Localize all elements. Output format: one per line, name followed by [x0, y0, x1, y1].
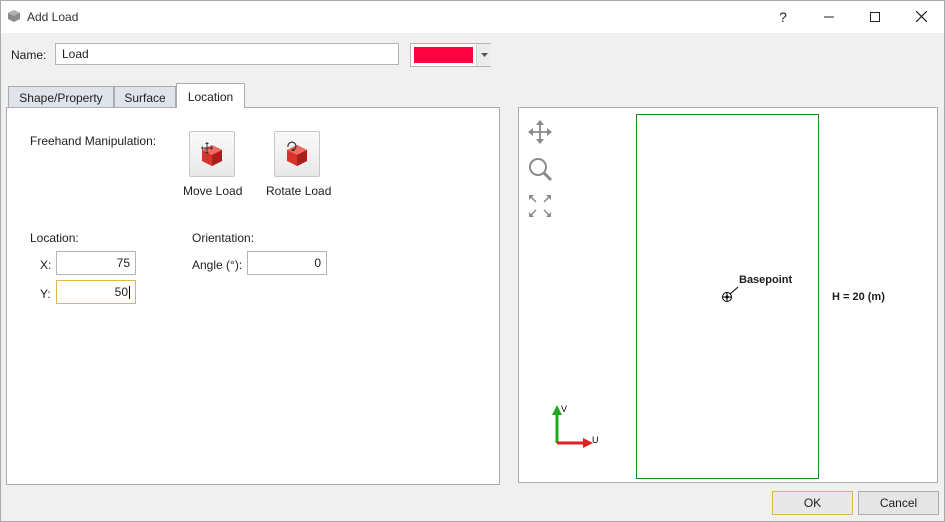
- close-icon: [915, 11, 927, 22]
- maximize-button[interactable]: [852, 1, 898, 32]
- rotate-load-icon: [287, 141, 307, 166]
- name-label: Name:: [11, 48, 47, 62]
- pan-icon[interactable]: [527, 119, 553, 145]
- color-picker[interactable]: [410, 43, 491, 67]
- window-title: Add Load: [27, 10, 79, 24]
- angle-label: Angle (°):: [192, 258, 243, 272]
- basepoint-marker[interactable]: [718, 283, 742, 305]
- height-label: H = 20 (m): [832, 291, 885, 303]
- move-load-button[interactable]: [189, 131, 235, 177]
- freehand-manipulation-label: Freehand Manipulation:: [30, 134, 157, 148]
- move-load-icon: [201, 142, 222, 166]
- axis-u-label: U: [592, 435, 599, 445]
- axis-v-label: V: [561, 404, 567, 414]
- color-dropdown-button[interactable]: [476, 44, 491, 66]
- rotate-load-label: Rotate Load: [266, 184, 332, 198]
- location-section-label: Location:: [30, 231, 79, 245]
- move-load-label: Move Load: [183, 184, 243, 198]
- y-input-value: 50: [114, 285, 128, 299]
- y-label: Y:: [40, 287, 51, 301]
- app-icon: [8, 10, 20, 22]
- rotate-load-button[interactable]: [274, 131, 320, 177]
- maximize-icon: [870, 11, 880, 22]
- tab-location[interactable]: Location: [176, 83, 245, 108]
- y-input[interactable]: 50: [56, 280, 136, 304]
- basepoint-label: Basepoint: [739, 274, 793, 286]
- minimize-button[interactable]: [806, 1, 852, 32]
- orientation-section-label: Orientation:: [192, 231, 255, 245]
- fit-to-view-icon[interactable]: [527, 193, 553, 219]
- tab-surface[interactable]: Surface: [114, 86, 176, 107]
- x-input[interactable]: 75: [56, 251, 136, 275]
- color-swatch: [414, 47, 473, 63]
- cancel-button[interactable]: Cancel: [858, 491, 939, 515]
- x-label: X:: [40, 258, 52, 272]
- angle-input[interactable]: 0: [247, 251, 327, 275]
- minimize-icon: [824, 16, 834, 17]
- axis-triad: V U: [552, 404, 599, 448]
- help-button[interactable]: ?: [760, 1, 806, 32]
- name-input[interactable]: Load: [55, 43, 399, 65]
- tab-shape-property[interactable]: Shape/Property: [8, 86, 114, 107]
- ok-button[interactable]: OK: [772, 491, 853, 515]
- close-button[interactable]: [898, 1, 944, 32]
- chevron-down-icon: [480, 53, 488, 57]
- text-cursor: [129, 286, 130, 300]
- zoom-icon[interactable]: [527, 156, 553, 182]
